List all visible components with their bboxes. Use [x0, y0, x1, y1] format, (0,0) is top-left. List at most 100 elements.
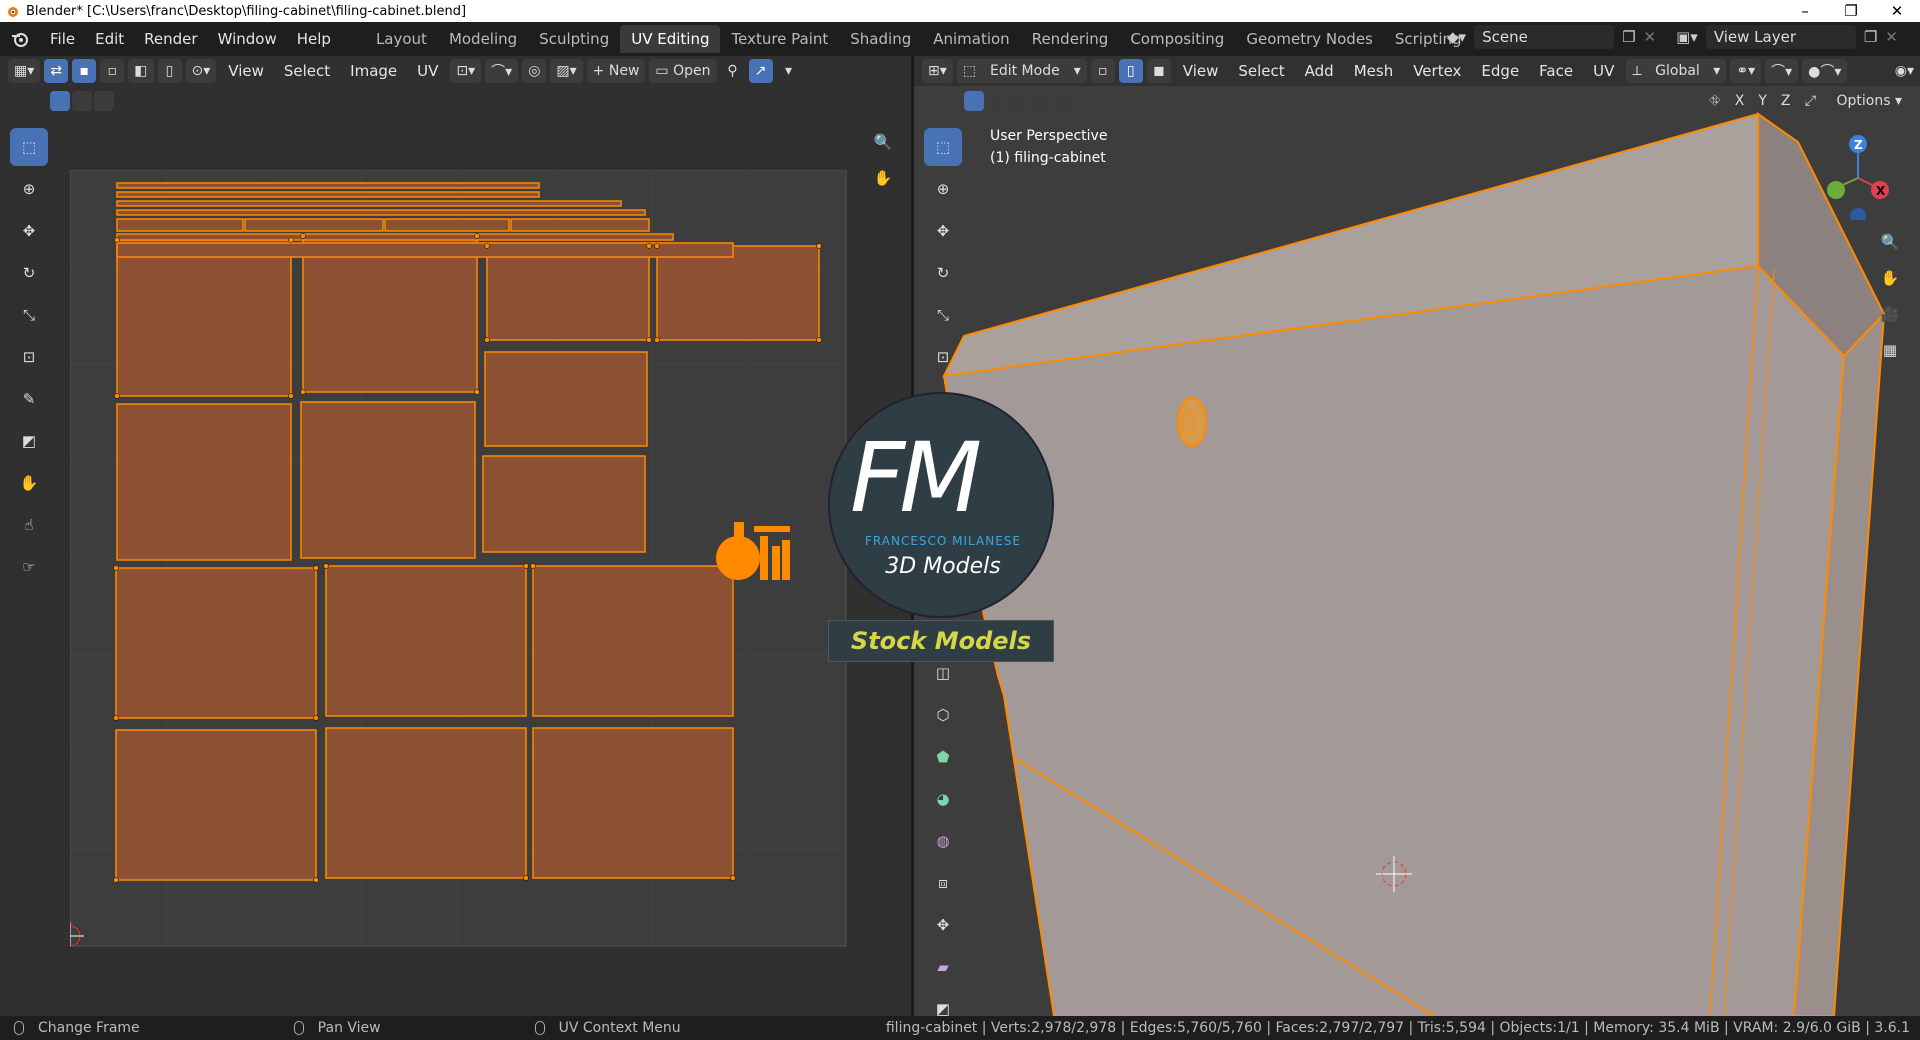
uv-menu-image[interactable]: Image — [342, 62, 405, 80]
cursor-tool-icon[interactable]: ⊕ — [10, 170, 48, 208]
vp-move-tool-icon[interactable]: ✥ — [924, 212, 962, 250]
scale-tool-icon[interactable]: ⤡ — [10, 296, 48, 334]
menu-edit[interactable]: Edit — [85, 30, 134, 48]
options-dropdown[interactable]: Options ▾ — [1830, 90, 1908, 112]
mirror-y-toggle[interactable]: Y — [1752, 91, 1773, 111]
grab-tool-icon[interactable]: ✋ — [10, 464, 48, 502]
zoom-icon[interactable]: 🔍 — [867, 126, 899, 158]
annotate-tool-icon[interactable]: ✎ — [10, 380, 48, 418]
uv-canvas[interactable] — [70, 170, 848, 948]
pivot-icon[interactable]: ⊡▾ — [450, 59, 482, 83]
vp-proportional-icon[interactable]: ●⌒▾ — [1802, 59, 1848, 83]
vp-cursor-tool-icon[interactable]: ⊕ — [924, 170, 962, 208]
visibility-icon[interactable]: ◉▾ — [1889, 59, 1920, 83]
uv-menu-uv[interactable]: UV — [409, 62, 446, 80]
tab-animation[interactable]: Animation — [922, 25, 1020, 53]
new-scene-icon[interactable]: ❐ — [1622, 28, 1635, 46]
shrink-fatten-tool-icon[interactable]: ✥ — [924, 906, 962, 944]
sticky-select-icon[interactable]: ⊙▾ — [185, 59, 217, 83]
transform-tool-icon[interactable]: ⊡ — [10, 338, 48, 376]
new-image-button[interactable]: + New — [586, 59, 646, 83]
edge-select-icon[interactable]: ▫ — [100, 59, 125, 83]
vp-rotate-tool-icon[interactable]: ↻ — [924, 254, 962, 292]
tab-layout[interactable]: Layout — [365, 25, 438, 53]
new-view-layer-icon[interactable]: ❐ — [1864, 28, 1877, 46]
vp-zoom-icon[interactable]: 🔍 — [1874, 226, 1906, 258]
tab-compositing[interactable]: Compositing — [1119, 25, 1235, 53]
vp-pan-icon[interactable]: ✋ — [1874, 262, 1906, 294]
pan-hand-icon[interactable]: ✋ — [867, 162, 899, 194]
vp-menu-edge[interactable]: Edge — [1473, 62, 1527, 80]
shear-tool-icon[interactable]: ▰ — [924, 948, 962, 986]
tab-uv-editing[interactable]: UV Editing — [620, 25, 721, 53]
maximize-button[interactable]: ❐ — [1828, 2, 1874, 20]
auto-merge-icon[interactable]: ⤢ — [1798, 91, 1822, 111]
uv-sync-icon[interactable]: ↗ — [748, 59, 773, 83]
camera-view-icon[interactable]: 🎥 — [1874, 298, 1906, 330]
ortho-toggle-icon[interactable]: ▦ — [1874, 334, 1906, 366]
delete-scene-icon[interactable]: ✕ — [1644, 28, 1657, 46]
uv-menu-view[interactable]: View — [220, 62, 272, 80]
rip-tool-icon[interactable]: ◩ — [10, 422, 48, 460]
poly-build-tool-icon[interactable]: ⬟ — [924, 738, 962, 776]
close-button[interactable]: ✕ — [1874, 2, 1920, 20]
vp-menu-view[interactable]: View — [1175, 62, 1227, 80]
view-layer-icon[interactable]: ▣▾ — [1676, 28, 1698, 46]
scene-field[interactable]: Scene — [1474, 25, 1615, 49]
sync-selection-icon[interactable]: ⇄ — [44, 59, 69, 83]
vp-menu-mesh[interactable]: Mesh — [1346, 62, 1402, 80]
vp-select-invert-icon[interactable] — [1030, 91, 1050, 111]
viewport-editor-type-icon[interactable]: ⊞▾ — [922, 59, 953, 83]
select-subtract-icon[interactable] — [94, 91, 114, 111]
minimize-button[interactable]: – — [1782, 2, 1828, 20]
vp-menu-uv[interactable]: UV — [1585, 62, 1622, 80]
knife-tool-icon[interactable]: ⬡ — [924, 696, 962, 734]
select-box-tool-icon[interactable]: ⬚ — [10, 128, 48, 166]
blender-menu-icon[interactable] — [10, 29, 30, 49]
smooth-tool-icon[interactable]: ◍ — [924, 822, 962, 860]
face-mode-icon[interactable]: ◼ — [1146, 59, 1171, 83]
rip-region-tool-icon[interactable]: ◩ — [924, 990, 962, 1016]
navigation-gizmo[interactable]: Z X — [1814, 130, 1894, 220]
image-browse-icon[interactable]: ▨▾ — [550, 59, 583, 83]
scene-icon[interactable]: ◆▾ — [1447, 28, 1466, 46]
pivot-point-icon[interactable]: ⚭▾ — [1730, 59, 1762, 83]
tab-texture-paint[interactable]: Texture Paint — [720, 25, 839, 53]
proportional-icon[interactable]: ◎ — [522, 59, 547, 83]
snap-icon[interactable]: ⌒▾ — [485, 59, 519, 83]
view-dropdown-icon[interactable]: ▾ — [777, 59, 801, 83]
tab-modeling[interactable]: Modeling — [438, 25, 528, 53]
move-tool-icon[interactable]: ✥ — [10, 212, 48, 250]
vp-menu-select[interactable]: Select — [1230, 62, 1292, 80]
face-select-icon[interactable]: ◧ — [128, 59, 154, 83]
transform-orientation-dropdown[interactable]: ⟂ Global ▾ — [1626, 59, 1727, 83]
view-layer-field[interactable]: View Layer — [1705, 25, 1856, 49]
vertex-select-icon[interactable]: ▪ — [72, 59, 97, 83]
viewport-scene[interactable] — [914, 56, 1920, 1016]
relax-tool-icon[interactable]: ☝ — [10, 506, 48, 544]
select-extend-icon[interactable] — [72, 91, 92, 111]
tab-rendering[interactable]: Rendering — [1021, 25, 1120, 53]
vp-select-subtract-icon[interactable] — [1008, 91, 1028, 111]
mode-dropdown[interactable]: ⬚ Edit Mode ▾ — [956, 59, 1087, 83]
vp-menu-add[interactable]: Add — [1297, 62, 1342, 80]
vp-select-extend-icon[interactable] — [986, 91, 1006, 111]
vp-menu-vertex[interactable]: Vertex — [1405, 62, 1469, 80]
uv-menu-select[interactable]: Select — [276, 62, 338, 80]
open-image-button[interactable]: ▭ Open — [649, 59, 717, 83]
spin-tool-icon[interactable]: ◕ — [924, 780, 962, 818]
tab-geometry-nodes[interactable]: Geometry Nodes — [1235, 25, 1384, 53]
vp-select-intersect-icon[interactable] — [1052, 91, 1072, 111]
island-select-icon[interactable]: ▯ — [157, 59, 182, 83]
edge-slide-tool-icon[interactable]: ⧈ — [924, 864, 962, 902]
menu-file[interactable]: File — [40, 30, 85, 48]
pin-icon[interactable]: ⚲ — [721, 59, 745, 83]
vp-transform-tool-icon[interactable]: ⊡ — [924, 338, 962, 376]
mirror-z-toggle[interactable]: Z — [1774, 91, 1797, 111]
vertex-mode-icon[interactable]: ▫ — [1090, 59, 1115, 83]
vp-menu-face[interactable]: Face — [1531, 62, 1581, 80]
vp-select-new-icon[interactable] — [964, 91, 984, 111]
mirror-icon[interactable]: ⛗ — [1703, 91, 1727, 111]
tab-sculpting[interactable]: Sculpting — [528, 25, 620, 53]
menu-window[interactable]: Window — [208, 30, 287, 48]
